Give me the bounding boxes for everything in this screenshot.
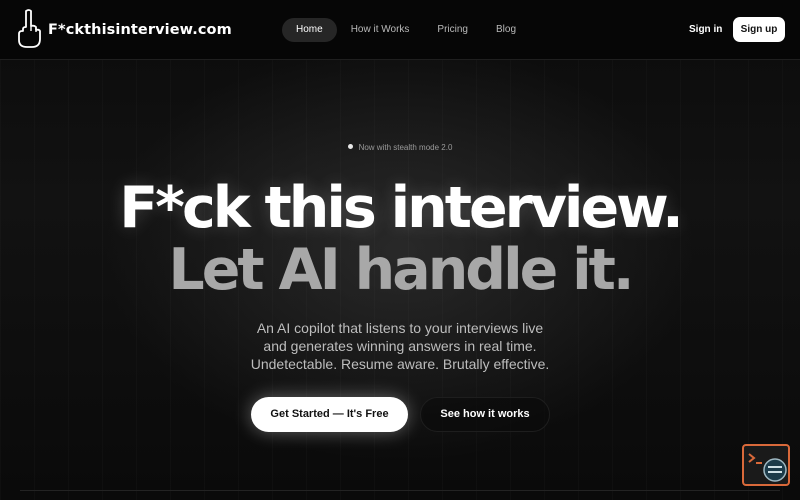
logo[interactable]: F*ckthisinterview.com: [14, 8, 232, 53]
page: F*ckthisinterview.com Home How it Works …: [0, 0, 800, 500]
description-line: An AI copilot that listens to your inter…: [256, 320, 544, 336]
description-line: Undetectable. Resume aware. Brutally eff…: [250, 356, 550, 372]
headline-primary: F*ck this interview.: [119, 175, 684, 241]
nav-how-it-works[interactable]: How it Works: [337, 18, 424, 42]
divider: [20, 490, 780, 491]
nav-blog[interactable]: Blog: [482, 18, 530, 42]
headline-secondary: Let AI handle it.: [168, 237, 634, 303]
middle-finger-hand-icon: [14, 8, 44, 53]
nav-home[interactable]: Home: [282, 18, 337, 42]
chat-support-icon: [748, 453, 787, 482]
sign-in-link[interactable]: Sign in: [680, 18, 731, 42]
site-header: F*ckthisinterview.com Home How it Works …: [0, 0, 800, 60]
badge-text: Now with stealth mode 2.0: [358, 143, 453, 152]
hero-description: An AI copilot that listens to your inter…: [0, 319, 800, 373]
sign-up-button[interactable]: Sign up: [733, 17, 785, 42]
get-started-button[interactable]: Get Started — It's Free: [251, 397, 408, 432]
announcement-badge: Now with stealth mode 2.0: [0, 143, 800, 152]
chat-support-widget[interactable]: [742, 444, 790, 486]
nav-pricing[interactable]: Pricing: [423, 18, 482, 42]
description-line: and generates winning answers in real ti…: [263, 338, 537, 354]
logo-text: F*ckthisinterview.com: [48, 22, 232, 38]
main-nav: Home How it Works Pricing Blog: [282, 18, 530, 42]
status-dot-icon: [347, 144, 353, 150]
see-how-it-works-button[interactable]: See how it works: [420, 397, 550, 432]
